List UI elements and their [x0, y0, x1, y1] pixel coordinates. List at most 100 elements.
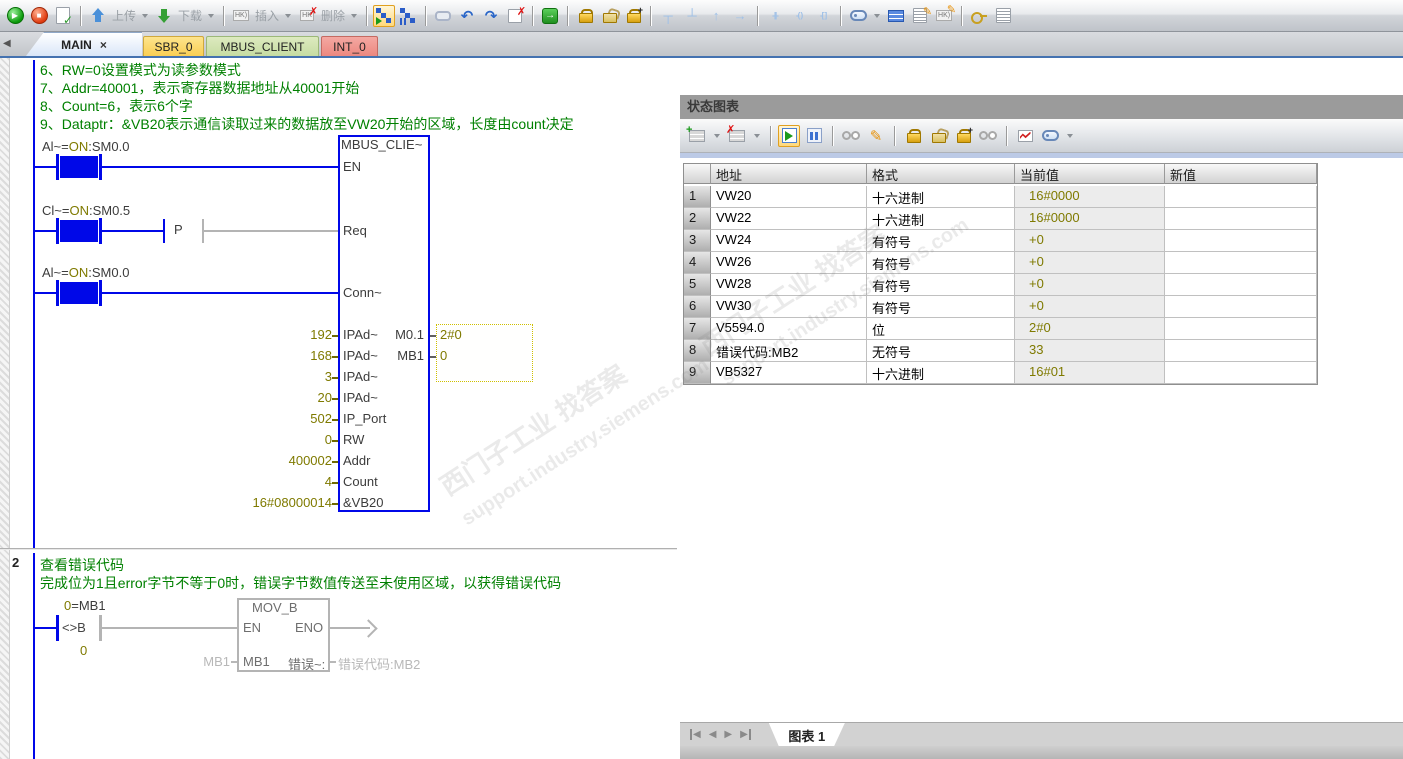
tag-dropdown-icon[interactable] [874, 13, 881, 18]
row-number[interactable]: 9 [684, 362, 711, 384]
current-value-cell[interactable]: +0 [1015, 252, 1165, 274]
tab-int0[interactable]: INT_0 [321, 36, 378, 56]
run-button[interactable]: ▶ [4, 5, 26, 27]
param-value[interactable]: 20 [170, 390, 338, 405]
insert-dropdown-icon[interactable] [285, 13, 292, 18]
insert-button[interactable]: HK) [230, 5, 252, 27]
current-value-cell[interactable]: 16#0000 [1015, 208, 1165, 230]
find-button[interactable] [840, 125, 862, 147]
program-status-button[interactable] [373, 4, 396, 27]
contact-clock[interactable] [56, 218, 102, 244]
current-value-cell[interactable]: +0 [1015, 274, 1165, 296]
ladder-editor[interactable]: 6、RW=0设置模式为读参数模式 7、Addr=40001，表示寄存器数据地址从… [0, 58, 680, 759]
read-forced-button[interactable] [977, 125, 999, 147]
first-sheet-icon[interactable]: ◀ [690, 729, 701, 740]
address-cell[interactable]: VW20 [711, 186, 867, 208]
upload-dropdown-icon[interactable] [142, 13, 149, 18]
format-cell[interactable]: 十六进制 [867, 186, 1015, 208]
tab-main[interactable]: MAIN × [26, 32, 142, 56]
current-value-cell[interactable]: 2#0 [1015, 318, 1165, 340]
new-value-cell[interactable] [1165, 362, 1317, 384]
delete-network-button[interactable]: ✗ [504, 5, 526, 27]
move-up-button[interactable]: ↑ [705, 5, 727, 27]
address-table-button[interactable] [885, 5, 907, 27]
move-right-button[interactable]: → [729, 5, 751, 27]
compile-button[interactable]: ✓ [52, 5, 74, 27]
tag-button[interactable] [1039, 125, 1061, 147]
new-value-cell[interactable] [1165, 296, 1317, 318]
stop-button[interactable]: ■ [28, 5, 50, 27]
edge-contact-label[interactable]: P [174, 222, 183, 237]
insert-network-button[interactable] [432, 5, 454, 27]
address-edit-button[interactable]: HK) ✎ [933, 4, 956, 27]
format-cell[interactable]: 十六进制 [867, 208, 1015, 230]
force-button[interactable] [902, 125, 924, 147]
param-value[interactable]: 16#08000014 [170, 495, 338, 510]
format-cell[interactable]: 位 [867, 318, 1015, 340]
row-number[interactable]: 2 [684, 208, 711, 230]
key-button[interactable] [968, 5, 990, 27]
delete-dropdown-icon[interactable] [351, 13, 358, 18]
address-cell[interactable]: VW28 [711, 274, 867, 296]
edit-table-button[interactable]: ✎ [909, 5, 932, 27]
column-header[interactable]: 当前值 [1015, 164, 1165, 184]
upload-button[interactable] [87, 5, 109, 27]
force-all-button[interactable]: + [622, 5, 644, 27]
new-value-cell[interactable] [1165, 252, 1317, 274]
format-cell[interactable]: 有符号 [867, 252, 1015, 274]
next-sheet-icon[interactable]: ▶ [724, 729, 732, 740]
download-button[interactable] [153, 5, 175, 27]
new-value-cell[interactable] [1165, 340, 1317, 362]
address-cell[interactable]: V5594.0 [711, 318, 867, 340]
column-header[interactable]: 格式 [867, 164, 1015, 184]
coil-button[interactable]: -( ) [788, 5, 810, 27]
mov-out-operand[interactable]: 错误代码:MB2 [338, 654, 420, 673]
param-value[interactable]: 0 [170, 432, 338, 447]
insert-row-button[interactable]: + [686, 124, 708, 147]
tab-scroll-left-icon[interactable]: ◀ [3, 38, 11, 49]
row-number[interactable]: 7 [684, 318, 711, 340]
output-operand[interactable]: MB1 [378, 348, 424, 363]
current-value-cell[interactable]: +0 [1015, 230, 1165, 252]
address-cell[interactable]: VW30 [711, 296, 867, 318]
insert-row-dropdown-icon[interactable] [714, 133, 720, 138]
new-value-cell[interactable] [1165, 318, 1317, 340]
current-value-cell[interactable]: +0 [1015, 296, 1165, 318]
delete-row-button[interactable]: ✗ [726, 124, 748, 147]
row-number[interactable]: 1 [684, 186, 711, 208]
properties-button[interactable] [992, 5, 1014, 27]
download-dropdown-icon[interactable] [208, 13, 215, 18]
box-button[interactable]: -[ ] [812, 5, 834, 27]
tab-mbus-client[interactable]: MBUS_CLIENT [206, 36, 319, 56]
panel-title[interactable]: 状态图表 [680, 95, 1403, 119]
param-value[interactable]: 400002 [170, 453, 338, 468]
tab-sbr0[interactable]: SBR_0 [143, 36, 204, 56]
redo-button[interactable]: ↷ [480, 5, 502, 27]
new-value-cell[interactable] [1165, 186, 1317, 208]
format-cell[interactable]: 有符号 [867, 274, 1015, 296]
undo-button[interactable]: ↶ [456, 5, 478, 27]
goto-button[interactable]: → [539, 5, 561, 27]
param-value[interactable]: 4 [170, 474, 338, 489]
param-value[interactable]: 168 [170, 348, 338, 363]
branch-down-button[interactable]: ┬ [657, 5, 679, 27]
trend-view-button[interactable] [1014, 125, 1036, 147]
address-cell[interactable]: 错误代码:MB2 [711, 340, 867, 362]
row-number[interactable]: 8 [684, 340, 711, 362]
param-value[interactable]: 3 [170, 369, 338, 384]
chart-run-button[interactable] [778, 124, 800, 147]
sheet-tab-chart1[interactable]: 图表 1 [768, 723, 845, 746]
address-cell[interactable]: VW24 [711, 230, 867, 252]
column-header[interactable]: 新值 [1165, 164, 1317, 184]
format-cell[interactable]: 十六进制 [867, 362, 1015, 384]
delete-row-dropdown-icon[interactable] [754, 133, 760, 138]
chart-pause-button[interactable] [803, 125, 825, 147]
tab-close-icon[interactable]: × [100, 38, 107, 52]
contact-always-on[interactable] [56, 280, 102, 306]
branch-up-button[interactable]: ┴ [681, 5, 703, 27]
address-cell[interactable]: VB5327 [711, 362, 867, 384]
address-cell[interactable]: VW22 [711, 208, 867, 230]
output-operand[interactable]: M0.1 [378, 327, 424, 342]
compare-contact[interactable]: <>B [56, 615, 102, 641]
row-number[interactable]: 4 [684, 252, 711, 274]
